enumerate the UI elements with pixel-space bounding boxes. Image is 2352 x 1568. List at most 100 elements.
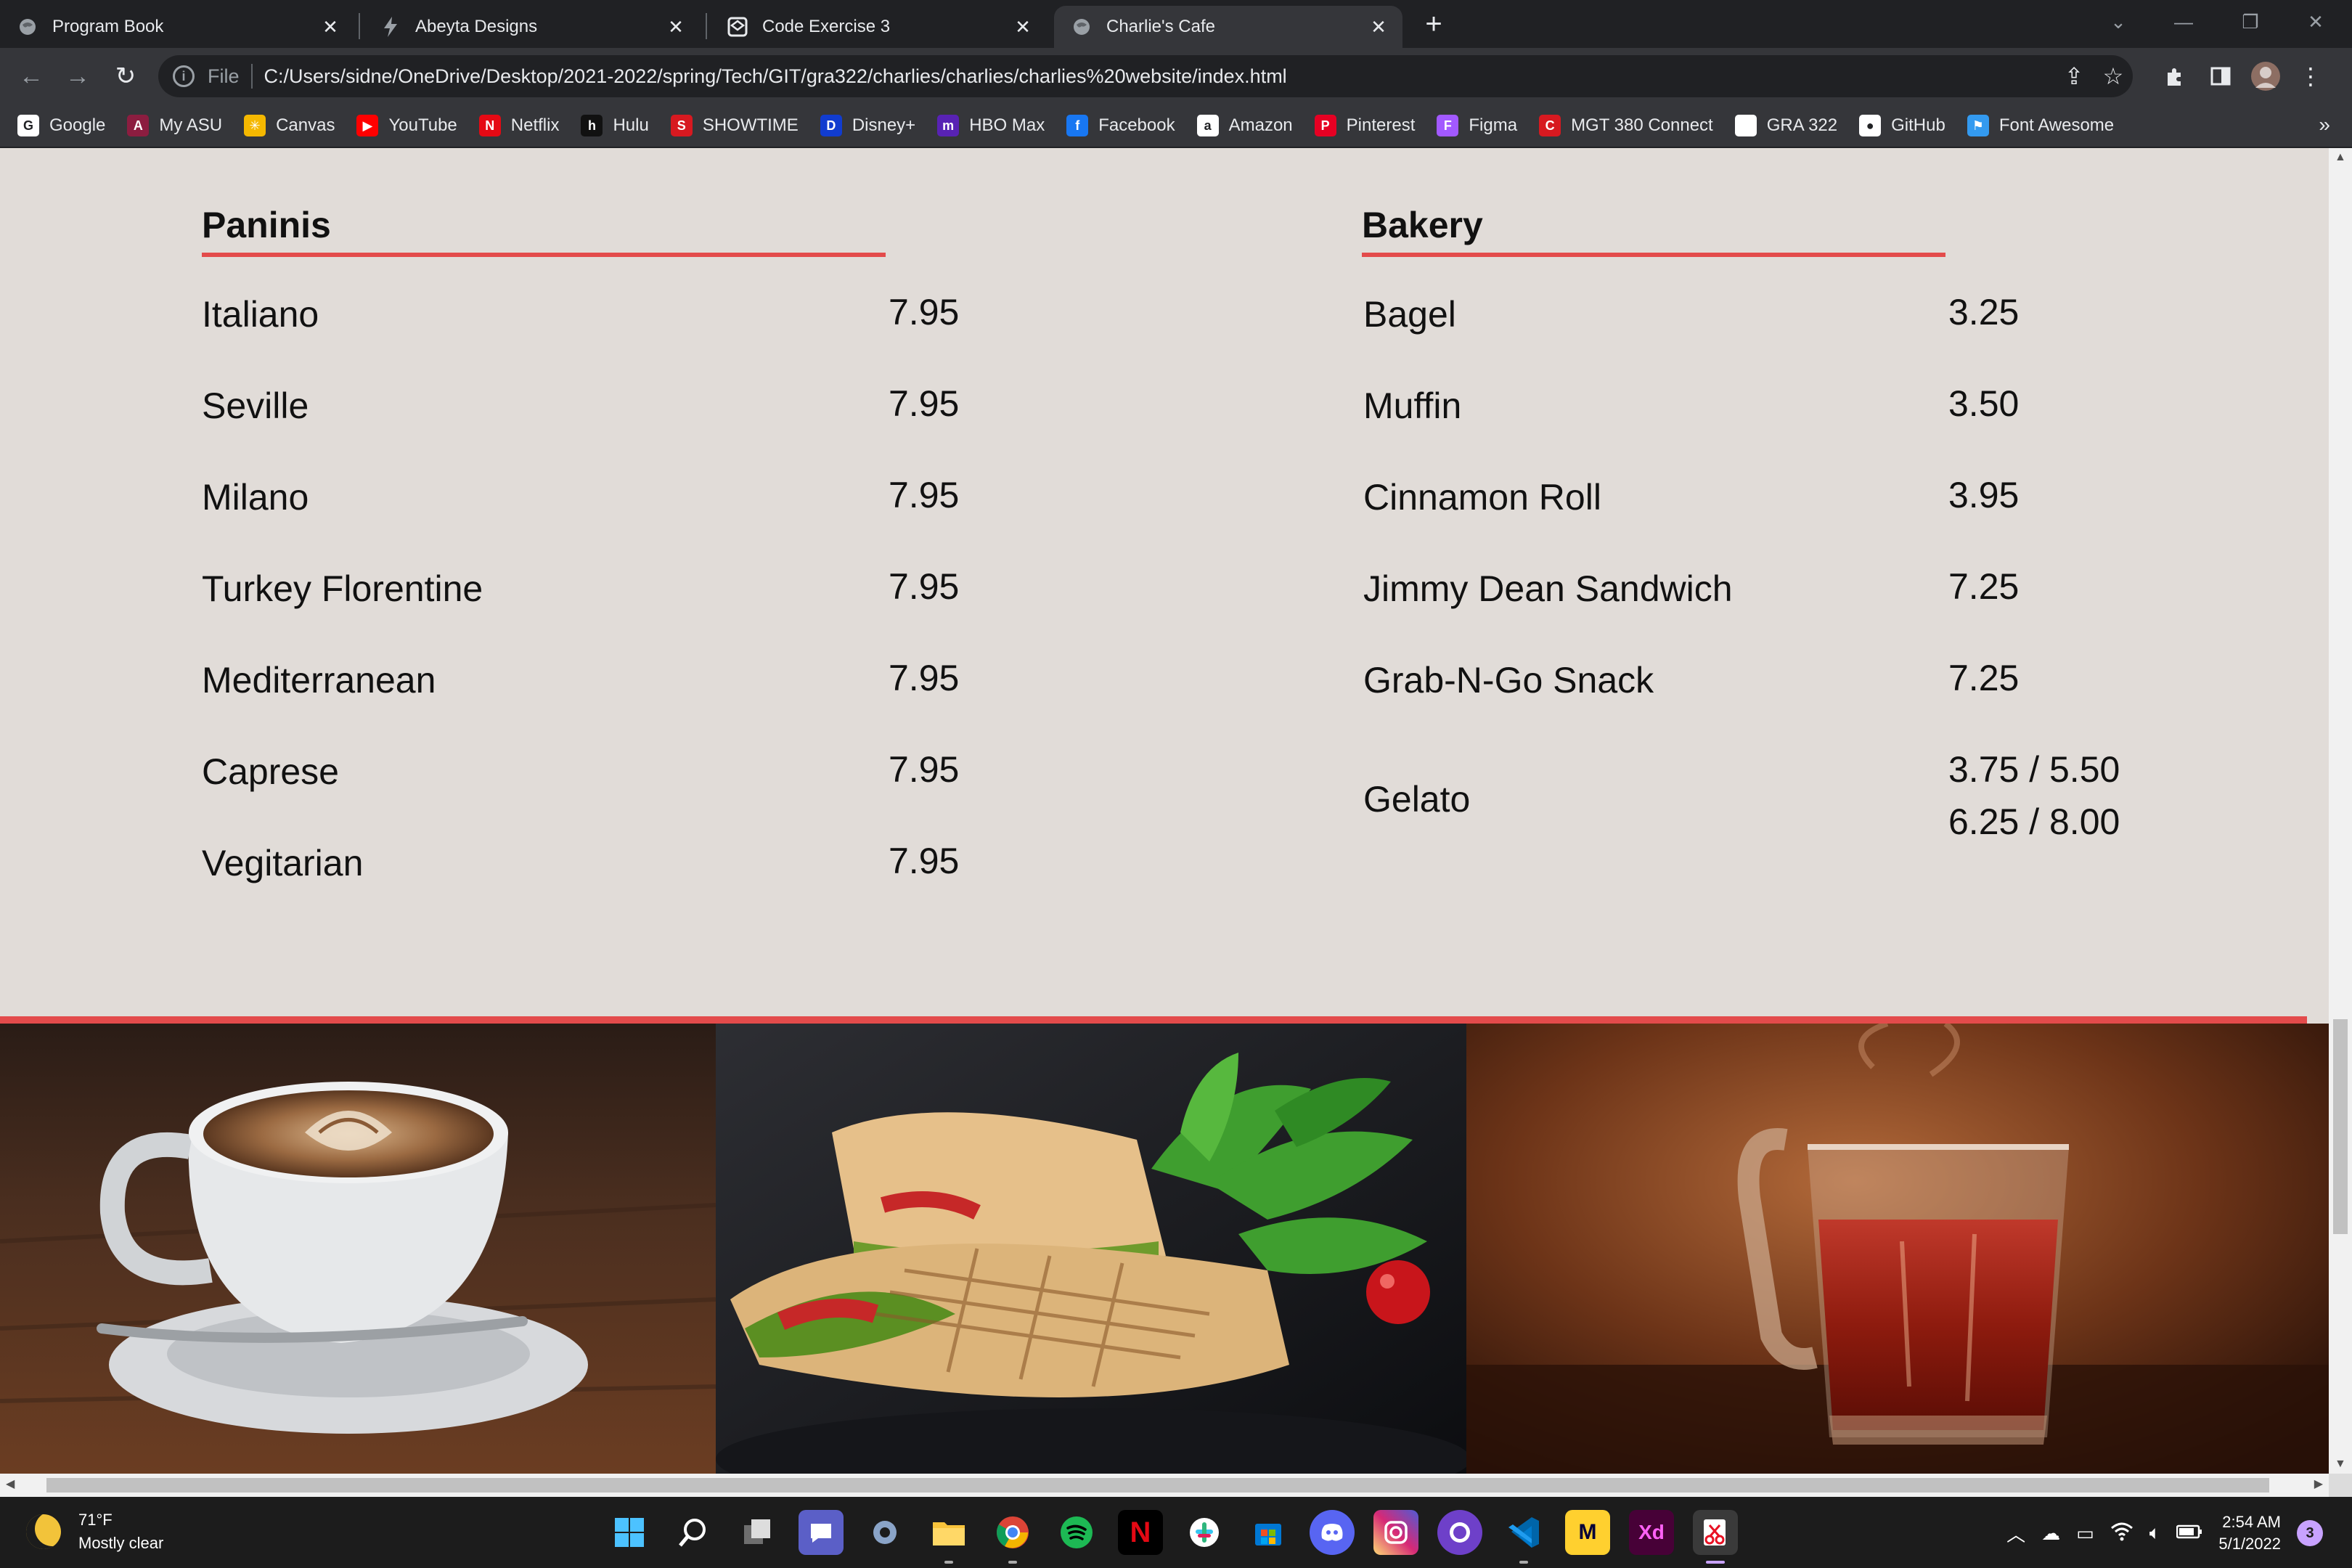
vertical-scrollbar[interactable]: ▲ ▼ — [2329, 148, 2352, 1474]
bookmark-facebook[interactable]: f Facebook — [1066, 115, 1175, 136]
spotify-icon[interactable] — [1054, 1510, 1099, 1555]
address-bar[interactable]: i File C:/Users/sidne/OneDrive/Desktop/2… — [158, 55, 2133, 97]
task-view-icon[interactable] — [735, 1510, 780, 1555]
window-close-icon[interactable]: ✕ — [2294, 4, 2337, 39]
side-panel-icon[interactable] — [2201, 57, 2240, 96]
bakery-item-name: Grab-N-Go Snack — [1363, 660, 1654, 701]
close-icon[interactable]: ✕ — [1368, 16, 1389, 38]
hbomax-icon: m — [937, 115, 960, 136]
tab-program-book[interactable]: Program Book ✕ — [0, 6, 354, 48]
scroll-left-icon[interactable]: ◀ — [6, 1477, 15, 1491]
horizontal-scrollbar[interactable]: ◀ ▶ — [0, 1474, 2329, 1497]
bookmark-youtube[interactable]: ▶ YouTube — [356, 115, 457, 136]
bookmark-amazon[interactable]: a Amazon — [1196, 115, 1293, 136]
bookmark-label: Font Awesome — [1998, 115, 2115, 135]
settings-icon[interactable] — [862, 1510, 907, 1555]
bookmark-disney-[interactable]: D Disney+ — [820, 115, 915, 136]
slack-icon[interactable] — [1182, 1510, 1227, 1555]
teams-chat-icon[interactable] — [799, 1510, 844, 1555]
price-value: 7.25 — [1948, 566, 2020, 607]
extensions-icon[interactable] — [2156, 57, 2195, 96]
store-icon[interactable] — [1246, 1510, 1291, 1555]
bakery-item-price: 3.95 — [1948, 469, 2019, 521]
start-icon[interactable] — [607, 1510, 652, 1555]
share-icon[interactable]: ⇪ — [2054, 57, 2094, 96]
more-bookmarks-icon[interactable]: » — [2319, 113, 2330, 136]
scroll-up-icon[interactable]: ▲ — [2335, 151, 2346, 164]
bookmark-font-awesome[interactable]: ⚑ Font Awesome — [1967, 115, 2114, 136]
scroll-right-icon[interactable]: ▶ — [2314, 1477, 2323, 1491]
back-icon[interactable]: ← — [13, 58, 49, 94]
bookmark-github[interactable]: ● GitHub — [1859, 115, 1945, 136]
price-value: 7.95 — [889, 841, 960, 881]
miro-icon[interactable]: M — [1565, 1510, 1610, 1555]
tab-code-exercise-3[interactable]: Code Exercise 3 ✕ — [710, 6, 1047, 48]
minimize-icon[interactable]: — — [2162, 4, 2205, 39]
new-tab-button[interactable]: + — [1418, 8, 1449, 40]
onedrive-icon[interactable]: ☁ — [2041, 1522, 2060, 1545]
restore-icon[interactable]: ❐ — [2229, 4, 2272, 39]
paninis-section: Paninis — [202, 200, 886, 257]
bookmark-label: My ASU — [159, 115, 223, 135]
tab-search-icon[interactable]: ⌄ — [2096, 4, 2140, 39]
bookmark-figma[interactable]: F Figma — [1437, 115, 1517, 136]
bakery-underline — [1362, 253, 1945, 257]
kebab-menu-icon[interactable]: ⋮ — [2291, 57, 2330, 96]
vertical-scroll-thumb[interactable] — [2333, 1019, 2348, 1234]
file-explorer-icon[interactable] — [926, 1510, 971, 1564]
price-value: 7.95 — [889, 566, 960, 607]
info-icon[interactable]: i — [173, 65, 195, 87]
netflix-icon: N — [478, 115, 501, 136]
reload-icon[interactable]: ↻ — [107, 58, 144, 94]
chrome-icon[interactable] — [990, 1510, 1035, 1564]
showtime-icon: S — [670, 115, 693, 136]
bookmark-google[interactable]: G Google — [17, 115, 105, 136]
snipping-tool-icon[interactable] — [1693, 1510, 1738, 1564]
bookmark-label: Canvas — [276, 115, 335, 135]
weather-widget[interactable]: 71°F Mostly clear — [26, 1508, 163, 1555]
discord-icon[interactable] — [1310, 1510, 1355, 1555]
bookmark-pinterest[interactable]: P Pinterest — [1314, 115, 1415, 136]
paninis-item-price: 7.95 — [889, 835, 959, 887]
volume-icon[interactable]: 🔈︎ — [2149, 1522, 2161, 1545]
tab-abeyta-designs[interactable]: Abeyta Designs ✕ — [363, 6, 700, 48]
search-icon[interactable] — [671, 1510, 716, 1555]
forward-icon[interactable]: → — [60, 58, 96, 94]
notification-badge[interactable]: 3 — [2297, 1520, 2323, 1546]
bookmark-gra-322[interactable]: GRA 322 — [1734, 115, 1837, 136]
tab-charlies-cafe[interactable]: Charlie's Cafe ✕ — [1054, 6, 1402, 48]
bookmark-mgt-380-connect[interactable]: C MGT 380 Connect — [1539, 115, 1713, 136]
url-text[interactable]: C:/Users/sidne/OneDrive/Desktop/2021-202… — [264, 65, 1287, 88]
price-value: 7.95 — [889, 749, 960, 790]
scroll-down-icon[interactable]: ▼ — [2335, 1458, 2346, 1471]
tab-title: Code Exercise 3 — [762, 17, 891, 36]
tab-title: Charlie's Cafe — [1106, 17, 1215, 36]
close-icon[interactable]: ✕ — [319, 16, 341, 38]
horizontal-scroll-thumb[interactable] — [46, 1478, 2269, 1493]
bookmark-hbo-max[interactable]: m HBO Max — [937, 115, 1045, 136]
clock[interactable]: 2:54 AM 5/1/2022 — [2218, 1511, 2281, 1555]
close-icon[interactable]: ✕ — [1012, 16, 1034, 38]
bookmark-label: Google — [49, 115, 106, 135]
bookmark-label: SHOWTIME — [702, 115, 799, 135]
bookmark-my-asu[interactable]: A My ASU — [127, 115, 222, 136]
bookmark-label: MGT 380 Connect — [1571, 115, 1713, 135]
adobe-xd-icon[interactable]: Xd — [1629, 1510, 1674, 1555]
display-icon[interactable]: ▭ — [2076, 1522, 2094, 1545]
globe-icon — [1071, 17, 1092, 37]
wifi-icon[interactable] — [2110, 1521, 2133, 1546]
bookmark-netflix[interactable]: N Netflix — [478, 115, 559, 136]
close-icon[interactable]: ✕ — [665, 16, 687, 38]
github-desktop-icon[interactable] — [1437, 1510, 1482, 1555]
chevron-up-icon[interactable]: ︿ — [2006, 1520, 2025, 1547]
battery-icon[interactable] — [2176, 1522, 2202, 1545]
paninis-item-name: Caprese — [202, 751, 339, 792]
bookmark-hulu[interactable]: h Hulu — [581, 115, 649, 136]
bookmark-star-icon[interactable]: ☆ — [2094, 57, 2133, 96]
vscode-icon[interactable] — [1501, 1510, 1546, 1564]
instagram-icon[interactable] — [1373, 1510, 1418, 1555]
profile-avatar[interactable] — [2246, 57, 2285, 96]
bookmark-canvas[interactable]: ✳ Canvas — [244, 115, 335, 136]
netflix-icon[interactable]: N — [1118, 1510, 1163, 1555]
bookmark-showtime[interactable]: S SHOWTIME — [670, 115, 799, 136]
